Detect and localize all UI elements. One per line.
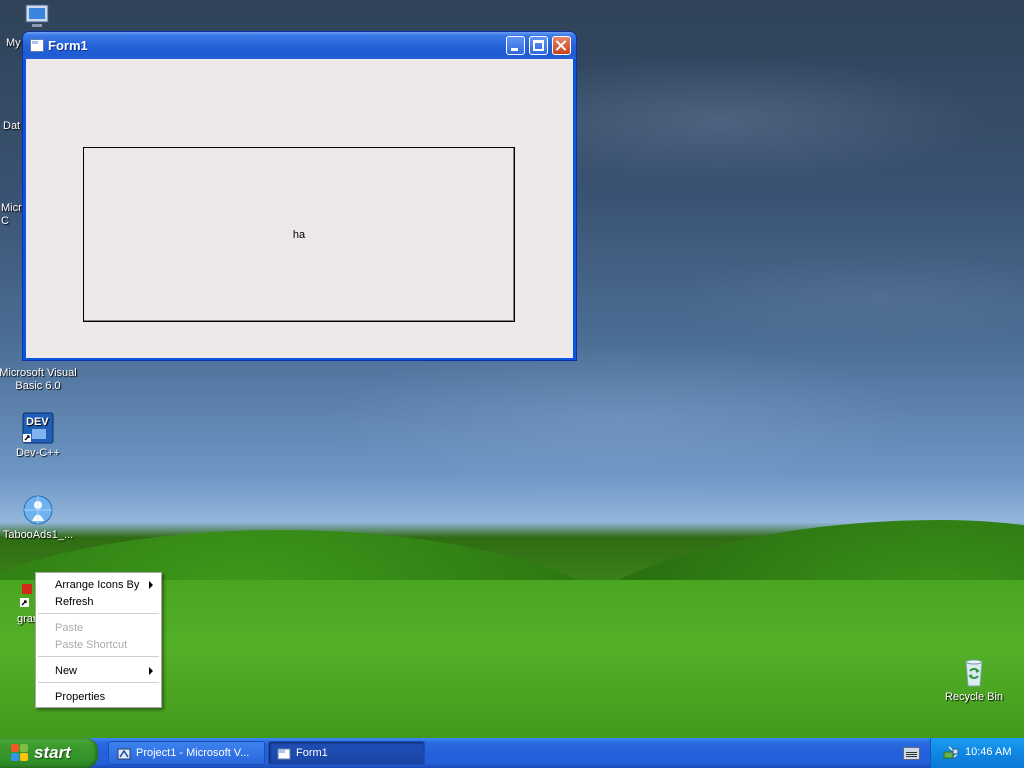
- taskbar-item-label: Project1 - Microsoft V...: [136, 747, 250, 759]
- minimize-icon: [511, 48, 518, 51]
- desktop-icon-label: Microsoft Visual Basic 6.0: [0, 367, 77, 392]
- devcpp-icon: DEV: [22, 412, 54, 444]
- desktop-icon-label: Recycle Bin: [944, 691, 1004, 703]
- system-tray: 10:46 AM: [930, 738, 1024, 768]
- network-icon[interactable]: [943, 745, 959, 761]
- maximize-icon: [533, 40, 544, 51]
- title-bar[interactable]: Form1: [23, 32, 576, 59]
- menu-item-properties[interactable]: Properties: [37, 688, 160, 705]
- menu-separator: [38, 682, 159, 683]
- taskbar: start Project1 - Microsoft V... Form1 10…: [0, 738, 1024, 768]
- taskbar-item-label: Form1: [296, 747, 328, 759]
- menu-item-arrange-icons-by[interactable]: Arrange Icons By: [37, 576, 160, 593]
- window-title: Form1: [48, 38, 88, 53]
- submenu-arrow-icon: [149, 581, 153, 589]
- computer-icon: [20, 2, 52, 34]
- start-button[interactable]: start: [0, 738, 98, 768]
- form1-window[interactable]: Form1 ha: [22, 31, 577, 361]
- frame-control[interactable]: ha: [83, 147, 515, 322]
- desktop-icon-label: TabooAds1_...: [2, 529, 74, 541]
- desktop-icon-tabooads[interactable]: TabooAds1_...: [0, 494, 78, 542]
- submenu-arrow-icon: [149, 667, 153, 675]
- menu-item-new[interactable]: New: [37, 662, 160, 679]
- menu-item-paste: Paste: [55, 622, 84, 634]
- menu-separator: [38, 613, 159, 614]
- menu-separator: [38, 656, 159, 657]
- desktop-icon-dev-cpp[interactable]: DEV Dev-C++: [0, 412, 78, 460]
- desktop-context-menu[interactable]: Arrange Icons By Refresh Paste Paste Sho…: [35, 572, 162, 708]
- start-label: start: [34, 743, 71, 762]
- taskbar-item-form1[interactable]: Form1: [268, 741, 425, 765]
- keyboard-layout-icon[interactable]: [903, 747, 920, 760]
- frame-label: ha: [292, 229, 306, 241]
- minimize-button[interactable]: [506, 36, 525, 55]
- taskbar-item-project1[interactable]: Project1 - Microsoft V...: [108, 741, 265, 765]
- menu-item-paste-shortcut: Paste Shortcut: [55, 639, 128, 651]
- visual-basic-icon: [117, 747, 131, 760]
- window-icon[interactable]: [30, 39, 44, 52]
- desktop-icon-recycle-bin[interactable]: Recycle Bin: [934, 656, 1014, 704]
- menu-item-refresh[interactable]: Refresh: [37, 593, 160, 610]
- desktop-icon-visual-basic[interactable]: Microsoft Visual Basic 6.0: [0, 367, 78, 393]
- windows-flag-icon: [11, 744, 29, 762]
- recycle-bin-icon: [958, 656, 990, 688]
- maximize-button[interactable]: [529, 36, 548, 55]
- close-button[interactable]: [552, 36, 571, 55]
- svg-text:DEV: DEV: [26, 416, 49, 428]
- form-client-area[interactable]: ha: [26, 59, 573, 358]
- clock[interactable]: 10:46 AM: [965, 746, 1011, 758]
- desktop-icon-label: Dev-C++: [15, 447, 61, 459]
- globe-user-icon: [22, 494, 54, 526]
- window-icon: [277, 747, 291, 760]
